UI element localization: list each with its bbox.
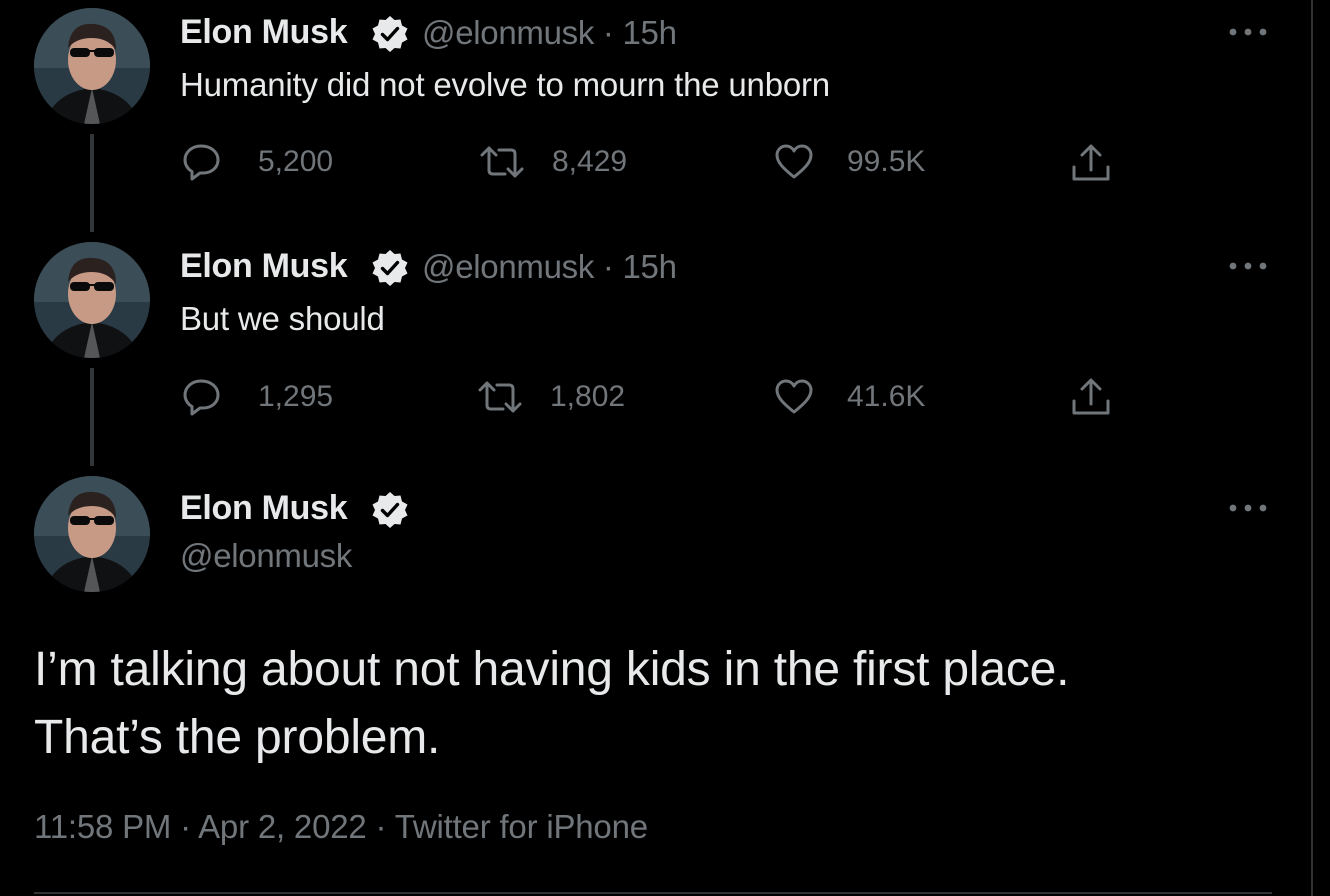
like-count: 99.5K bbox=[847, 145, 926, 178]
author-handle[interactable]: @elonmusk bbox=[180, 537, 352, 575]
heart-outline-icon bbox=[775, 144, 813, 179]
tweet-meta: @elonmusk · 15h bbox=[422, 248, 677, 286]
avatar[interactable] bbox=[34, 8, 150, 124]
like-button[interactable]: 41.6K bbox=[774, 377, 925, 417]
more-dots-icon[interactable] bbox=[1228, 260, 1268, 272]
retweet-count: 8,429 bbox=[552, 145, 628, 178]
tweet-time[interactable]: 11:58 PM bbox=[34, 808, 171, 845]
reply-bubble-icon bbox=[183, 144, 220, 181]
tweet-source[interactable]: Twitter for iPhone bbox=[395, 808, 648, 845]
meta-separator: · bbox=[180, 808, 191, 845]
heart-outline-icon bbox=[775, 379, 813, 414]
focused-tweet-text: I’m talking about not having kids in the… bbox=[34, 636, 1070, 772]
tweet-time[interactable]: 15h bbox=[623, 14, 677, 51]
meta-separator: · bbox=[375, 808, 387, 845]
reply-bubble-icon bbox=[183, 379, 220, 416]
tweet-text-line: I’m talking about not having kids in the… bbox=[34, 643, 1070, 696]
share-upload-icon[interactable] bbox=[1070, 142, 1112, 184]
tweet-text: But we should bbox=[180, 300, 385, 337]
tweet-time[interactable]: 15h bbox=[623, 248, 677, 285]
tweet-date[interactable]: Apr 2, 2022 bbox=[198, 808, 367, 845]
avatar[interactable] bbox=[34, 242, 150, 358]
thread-connector-line bbox=[90, 368, 94, 466]
like-count: 41.6K bbox=[847, 380, 926, 413]
tweet-timestamp-source: 11:58 PM · Apr 2, 2022 · Twitter for iPh… bbox=[34, 808, 648, 846]
reply-count: 1,295 bbox=[258, 380, 334, 413]
author-handle[interactable]: @elonmusk bbox=[422, 248, 594, 285]
tweet-text-line: That’s the problem. bbox=[34, 711, 441, 764]
reply-count: 5,200 bbox=[258, 145, 334, 178]
timeline-right-border bbox=[1311, 0, 1313, 896]
tweet-divider bbox=[34, 892, 1272, 894]
reply-button[interactable]: 1,295 bbox=[182, 377, 333, 417]
author-name[interactable]: Elon Musk bbox=[180, 13, 348, 52]
tweet-meta: @elonmusk · 15h bbox=[422, 14, 677, 52]
tweet-text: Humanity did not evolve to mourn the unb… bbox=[180, 66, 830, 103]
more-dots-icon[interactable] bbox=[1228, 502, 1268, 514]
verified-badge-icon bbox=[372, 492, 408, 528]
reply-button[interactable]: 5,200 bbox=[182, 142, 333, 182]
meta-separator: · bbox=[602, 14, 614, 51]
author-name[interactable]: Elon Musk bbox=[180, 247, 348, 286]
share-upload-icon[interactable] bbox=[1070, 376, 1112, 418]
thread-connector-line bbox=[90, 134, 94, 232]
verified-badge-icon bbox=[372, 16, 408, 52]
avatar[interactable] bbox=[34, 476, 150, 592]
retweet-count: 1,802 bbox=[550, 380, 626, 413]
meta-separator: · bbox=[602, 248, 614, 285]
author-handle[interactable]: @elonmusk bbox=[422, 14, 594, 51]
retweet-arrows-icon bbox=[480, 146, 524, 178]
verified-badge-icon bbox=[372, 250, 408, 286]
more-dots-icon[interactable] bbox=[1228, 26, 1268, 38]
retweet-arrows-icon bbox=[478, 381, 522, 413]
like-button[interactable]: 99.5K bbox=[774, 142, 925, 182]
author-name[interactable]: Elon Musk bbox=[180, 489, 348, 528]
retweet-button[interactable]: 1,802 bbox=[476, 377, 625, 417]
retweet-button[interactable]: 8,429 bbox=[478, 142, 627, 182]
